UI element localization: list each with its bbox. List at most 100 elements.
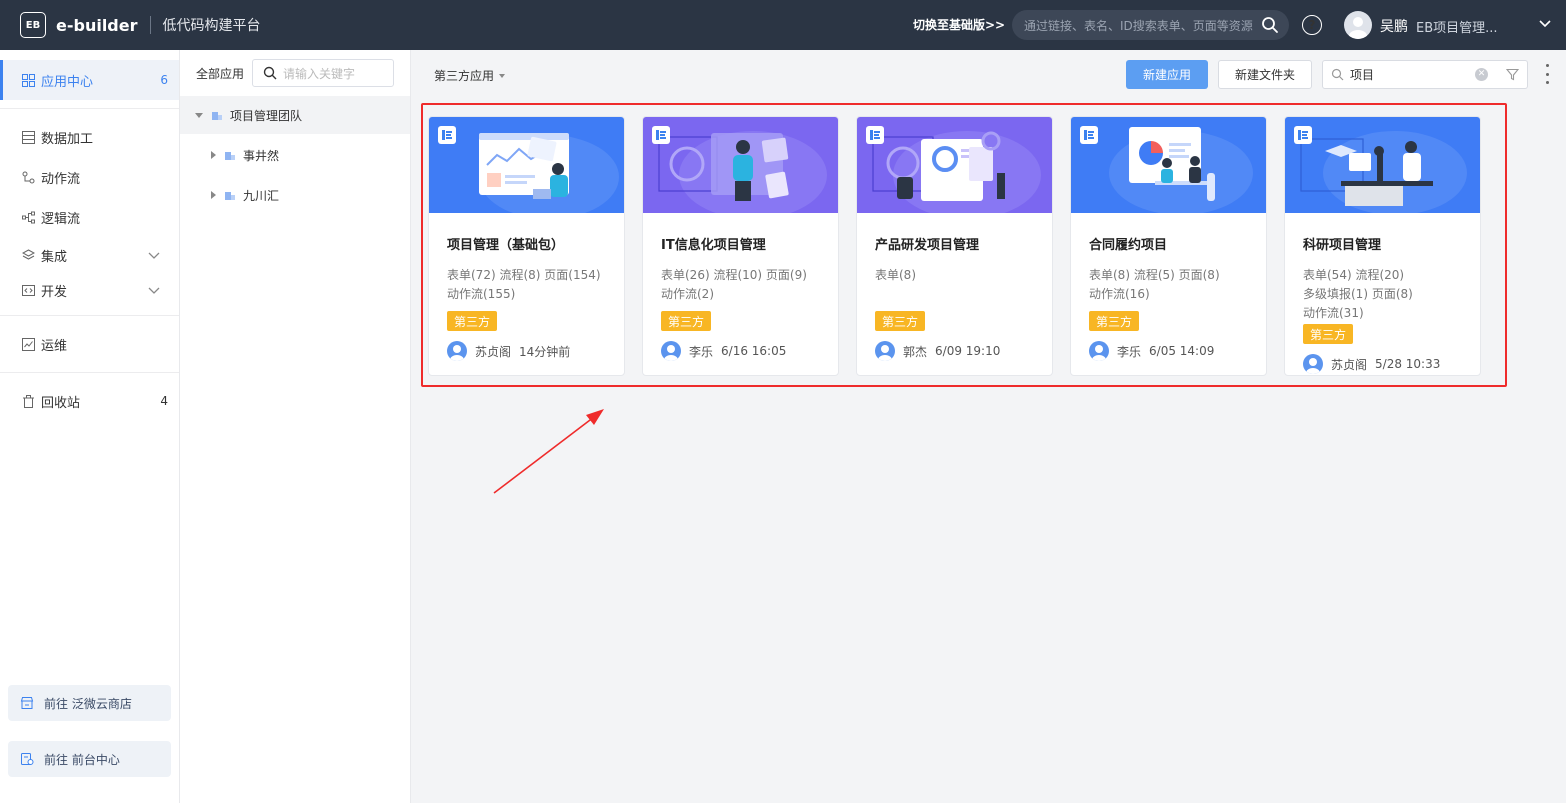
more-options-icon[interactable] bbox=[1544, 64, 1550, 84]
card-stats-line: 表单(8) bbox=[875, 268, 916, 282]
sidebar-item-ops[interactable]: 运维 bbox=[0, 324, 179, 364]
card-stats-line: 动作流(31) bbox=[1303, 306, 1364, 320]
new-app-button[interactable]: 新建应用 bbox=[1126, 60, 1208, 89]
card-author: 李乐 bbox=[1117, 344, 1142, 359]
card-stats-line: 多级填报(1) 页面(8) bbox=[1303, 287, 1413, 301]
app-type-icon bbox=[866, 126, 884, 144]
tree-node-label: 九川汇 bbox=[243, 188, 280, 203]
logo-icon[interactable]: EB bbox=[20, 12, 46, 38]
sidebar-item-label: 动作流 bbox=[41, 171, 81, 187]
sidebar-item-label: 应用中心 bbox=[41, 74, 94, 90]
app-card[interactable]: 产品研发项目管理 表单(8) 第三方 郭杰 6/09 19:10 bbox=[856, 116, 1053, 376]
user-name[interactable]: 吴鹏 bbox=[1380, 16, 1408, 36]
building-icon bbox=[225, 152, 235, 160]
sidebar-item-label: 逻辑流 bbox=[41, 211, 81, 227]
clear-icon[interactable]: ✕ bbox=[1475, 68, 1488, 81]
card-time: 5/28 10:33 bbox=[1375, 357, 1441, 371]
card-stats: 表单(26) 流程(10) 页面(9) 动作流(2) bbox=[661, 266, 826, 304]
app-card[interactable]: 科研项目管理 表单(54) 流程(20) 多级填报(1) 页面(8) 动作流(3… bbox=[1284, 116, 1481, 376]
card-time: 6/09 19:10 bbox=[935, 344, 1001, 358]
sidebar-item-label: 回收站 bbox=[41, 395, 81, 411]
app-search-input[interactable]: 项目 ✕ bbox=[1322, 60, 1498, 89]
caret-right-icon[interactable] bbox=[211, 151, 216, 159]
app-card[interactable]: IT信息化项目管理 表单(26) 流程(10) 页面(9) 动作流(2) 第三方… bbox=[642, 116, 839, 376]
card-title[interactable]: 项目管理（基础包） bbox=[447, 234, 564, 253]
all-apps-label[interactable]: 全部应用 bbox=[196, 65, 244, 82]
sidebar-item-label: 开发 bbox=[41, 284, 68, 300]
annotation-arrow-icon bbox=[493, 409, 604, 494]
card-footer: 李乐 6/05 14:09 bbox=[1089, 341, 1214, 361]
go-frontdesk-button[interactable]: 前往 前台中心 bbox=[8, 741, 171, 777]
third-party-tag: 第三方 bbox=[875, 311, 925, 331]
sidebar-item-app-center[interactable]: 应用中心 6 bbox=[0, 60, 179, 100]
app-type-icon bbox=[438, 126, 456, 144]
avatar[interactable] bbox=[1344, 11, 1372, 39]
building-icon bbox=[225, 192, 235, 200]
card-banner-illustration bbox=[643, 117, 838, 213]
filter-button[interactable] bbox=[1497, 60, 1528, 89]
card-title[interactable]: 合同履约项目 bbox=[1089, 234, 1167, 253]
sidebar-item-logic-flow[interactable]: 逻辑流 bbox=[0, 197, 179, 237]
sidebar-item-integration[interactable]: 集成 bbox=[0, 235, 179, 275]
nav-divider bbox=[0, 372, 179, 373]
card-stats: 表单(8) 流程(5) 页面(8) 动作流(16) bbox=[1089, 266, 1254, 304]
brand-name: e-builder bbox=[56, 15, 138, 35]
trash-icon bbox=[23, 394, 34, 408]
action-flow-icon bbox=[22, 171, 35, 183]
third-party-tag: 第三方 bbox=[447, 311, 497, 331]
card-title[interactable]: 科研项目管理 bbox=[1303, 234, 1381, 253]
card-author: 郭杰 bbox=[903, 344, 928, 359]
filter-icon bbox=[1505, 68, 1519, 81]
third-party-tag: 第三方 bbox=[1089, 311, 1139, 331]
card-banner-illustration bbox=[857, 117, 1052, 213]
help-glyph: ? bbox=[1308, 18, 1316, 32]
layers-icon bbox=[22, 248, 35, 260]
card-stats: 表单(8) bbox=[875, 266, 1040, 285]
global-search-input[interactable]: 通过链接、表名、ID搜索表单、页面等资源 bbox=[1012, 10, 1289, 40]
logo-text: EB bbox=[25, 19, 41, 31]
app-type-filter[interactable]: 第三方应用 bbox=[434, 67, 506, 84]
tree-node-team[interactable]: 项目管理团队 bbox=[180, 96, 410, 134]
card-author: 苏贞阁 bbox=[1331, 357, 1368, 372]
sidebar-item-action-flow[interactable]: 动作流 bbox=[0, 157, 179, 197]
search-icon[interactable] bbox=[1261, 16, 1279, 34]
card-author: 苏贞阁 bbox=[475, 344, 512, 359]
go-store-button[interactable]: 前往 泛微云商店 bbox=[8, 685, 171, 721]
chart-icon bbox=[22, 337, 35, 351]
caret-down-icon[interactable] bbox=[195, 112, 203, 118]
frontdesk-icon bbox=[21, 753, 34, 765]
table-icon bbox=[22, 130, 35, 144]
avatar bbox=[1089, 341, 1109, 361]
sidebar-item-recycle-bin[interactable]: 回收站 4 bbox=[0, 381, 179, 421]
tree-node-shijingran[interactable]: 事井然 bbox=[180, 136, 410, 174]
avatar bbox=[875, 341, 895, 361]
caret-right-icon[interactable] bbox=[211, 191, 216, 199]
code-icon bbox=[22, 284, 35, 296]
count-badge: 4 bbox=[160, 394, 168, 408]
user-avatar-icon bbox=[1349, 17, 1367, 39]
switch-basic-link[interactable]: 切换至基础版>> bbox=[913, 16, 1005, 33]
chevron-down-icon[interactable] bbox=[147, 248, 161, 262]
card-time: 6/05 14:09 bbox=[1149, 344, 1215, 358]
app-type-icon bbox=[652, 126, 670, 144]
app-card[interactable]: 项目管理（基础包） 表单(72) 流程(8) 页面(154) 动作流(155) … bbox=[428, 116, 625, 376]
sidebar: 应用中心 6 数据加工 动作流 逻辑流 集成 开发 运维 回收站 4 前往 泛微… bbox=[0, 50, 180, 803]
help-icon[interactable]: ? bbox=[1302, 15, 1322, 35]
tree-node-jiuchuanhui[interactable]: 九川汇 bbox=[180, 176, 410, 214]
new-folder-button[interactable]: 新建文件夹 bbox=[1218, 60, 1312, 89]
user-org[interactable]: EB项目管理... bbox=[1416, 17, 1498, 36]
card-title[interactable]: IT信息化项目管理 bbox=[661, 234, 766, 253]
card-stats-line: 表单(8) 流程(5) 页面(8) bbox=[1089, 268, 1220, 282]
card-banner-illustration bbox=[1285, 117, 1480, 213]
app-type-icon bbox=[1294, 126, 1312, 144]
chevron-down-icon[interactable] bbox=[1537, 15, 1553, 31]
app-card[interactable]: 合同履约项目 表单(8) 流程(5) 页面(8) 动作流(16) 第三方 李乐 … bbox=[1070, 116, 1267, 376]
sidebar-item-data-processing[interactable]: 数据加工 bbox=[0, 117, 179, 157]
tree-search-input[interactable]: 请输入关键字 bbox=[252, 59, 394, 87]
card-stats-line: 动作流(16) bbox=[1089, 287, 1150, 301]
card-title[interactable]: 产品研发项目管理 bbox=[875, 234, 979, 253]
chevron-down-icon[interactable] bbox=[147, 283, 161, 297]
sidebar-item-develop[interactable]: 开发 bbox=[0, 270, 179, 310]
go-store-label: 前往 泛微云商店 bbox=[44, 696, 132, 711]
third-party-tag: 第三方 bbox=[661, 311, 711, 331]
